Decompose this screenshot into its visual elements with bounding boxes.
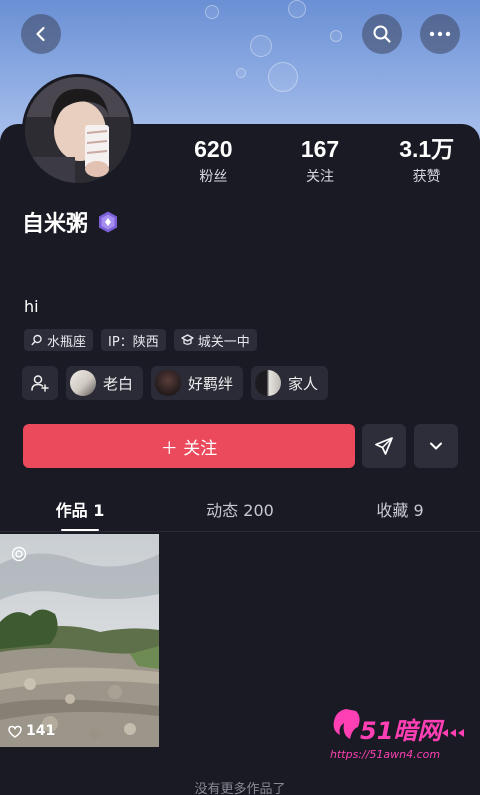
level-badge-icon[interactable] [96, 210, 120, 234]
tabs-divider [0, 531, 480, 532]
friend-avatar [255, 370, 282, 396]
avatar[interactable] [22, 74, 134, 186]
content-tabs: 作品 1 动态 200 收藏 9 [0, 497, 480, 531]
tag-school[interactable]: 城关一中 [173, 329, 257, 351]
avatar-photo [25, 77, 131, 183]
stat-following[interactable]: 167 关注 [267, 136, 374, 186]
expand-button[interactable] [414, 424, 458, 468]
share-button[interactable] [362, 424, 406, 468]
watermark-logo: 51暗网 https://51awn4.com [330, 709, 464, 761]
add-friend-icon [31, 375, 49, 392]
profile-tags: 水瓶座 IP：陕西 城关一中 [24, 329, 257, 351]
friend-name: 老白 [103, 374, 134, 393]
friend-chip[interactable]: 老白 [66, 366, 144, 400]
school-icon [181, 334, 194, 345]
send-icon [375, 437, 393, 455]
tag-label: 城关一中 [197, 334, 250, 350]
stats-row: 620 粉丝 167 关注 3.1万 获赞 [160, 136, 480, 186]
add-friend-button[interactable] [22, 366, 58, 400]
search-button[interactable] [362, 14, 402, 54]
more-button[interactable] [420, 14, 460, 54]
friend-avatar [155, 370, 182, 396]
watermark-url: https://51awn4.com [330, 748, 440, 761]
tab-label: 动态 200 [206, 501, 274, 520]
chevron-left-icon [36, 26, 45, 42]
end-of-list: 没有更多作品了 [194, 782, 286, 795]
more-icon [429, 31, 451, 37]
tag-label: 水瓶座 [47, 334, 87, 350]
chevron-down-icon [430, 442, 442, 450]
post-image [0, 534, 159, 747]
tab-works[interactable]: 作品 1 [0, 497, 160, 531]
stat-value: 3.1万 [399, 136, 455, 162]
stat-label: 粉丝 [199, 169, 228, 185]
stat-followers[interactable]: 620 粉丝 [160, 136, 267, 186]
stat-label: 关注 [306, 169, 334, 185]
follow-button[interactable]: ＋ 关注 [23, 424, 355, 468]
live-photo-icon [11, 546, 27, 562]
friend-chip[interactable]: 好羁绊 [151, 366, 244, 400]
friend-avatar [70, 370, 96, 396]
post-thumbnail[interactable]: 141 [0, 534, 159, 747]
mutual-friends: 老白 好羁绊 家人 [22, 366, 329, 400]
profile-name: 自米粥 [22, 212, 89, 237]
back-button[interactable] [21, 14, 61, 54]
friend-name: 家人 [288, 374, 319, 393]
tab-label: 收藏 9 [376, 501, 424, 520]
stat-likes[interactable]: 3.1万 获赞 [373, 136, 480, 186]
friend-name: 好羁绊 [188, 374, 234, 393]
heart-icon [8, 725, 22, 738]
tag-ip: IP：陕西 [101, 329, 166, 351]
tag-label: IP：陕西 [108, 334, 159, 350]
likes-count: 141 [26, 723, 56, 739]
stat-value: 167 [300, 136, 340, 162]
search-icon [31, 334, 42, 346]
watermark-logo-text: 51暗网 [360, 717, 445, 745]
tab-favorites[interactable]: 收藏 9 [320, 497, 480, 531]
tag-zodiac[interactable]: 水瓶座 [24, 329, 94, 351]
profile-bio: hi [24, 297, 39, 316]
name-row: 自米粥 [22, 206, 120, 238]
search-icon [373, 25, 391, 43]
tab-activity[interactable]: 动态 200 [160, 497, 320, 531]
stat-label: 获赞 [412, 169, 441, 185]
watermark: 51暗网 https://51awn4.com [328, 705, 468, 765]
stat-value: 620 [194, 136, 233, 162]
friend-chip[interactable]: 家人 [251, 366, 329, 400]
tab-label: 作品 1 [55, 501, 105, 520]
post-likes: 141 [8, 723, 55, 739]
follow-label: ＋ 关注 [160, 438, 218, 459]
